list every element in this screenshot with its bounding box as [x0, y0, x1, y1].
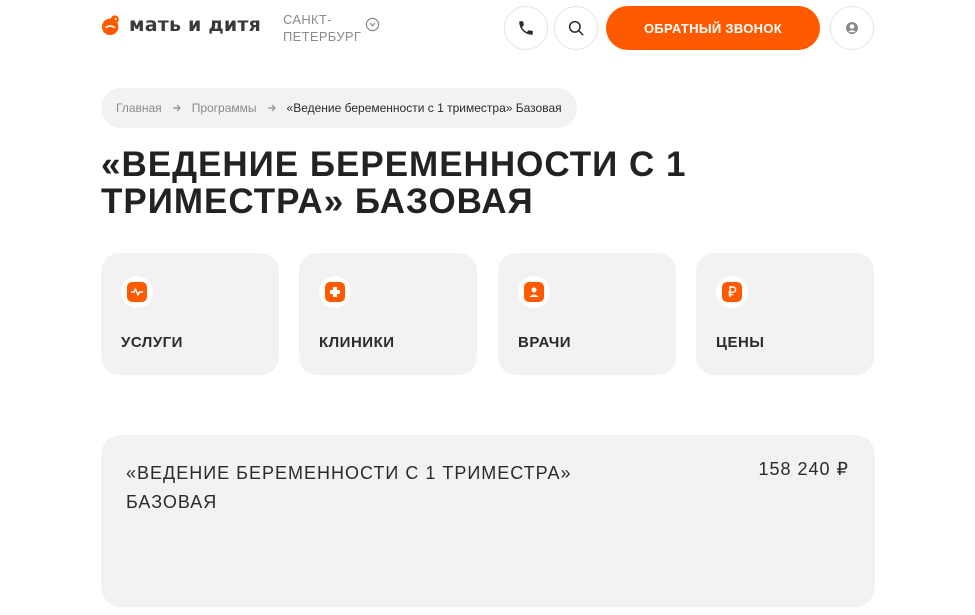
callback-button[interactable]: ОБРАТНЫЙ ЗВОНОК	[606, 6, 820, 50]
phone-icon	[519, 21, 533, 35]
site-header: мать и дитя САНКТ-ПЕТЕРБУРГ ОБРАТНЫЙ ЗВО…	[0, 0, 975, 58]
city-name: САНКТ-ПЕТЕРБУРГ	[283, 12, 362, 44]
doctor-icon	[529, 287, 539, 297]
page-title: «Ведение беременности с 1 триместра» Баз…	[101, 145, 687, 221]
card-label: ВРАЧИ	[518, 334, 572, 351]
pulse-icon	[131, 288, 143, 296]
card-label: ЦЕНЫ	[716, 334, 765, 351]
logo-bird-icon	[101, 15, 119, 36]
card-icon-wrap	[518, 276, 550, 308]
card-doctors[interactable]: ВРАЧИ	[498, 253, 676, 375]
card-icon-wrap	[319, 276, 351, 308]
medical-cross-icon	[330, 287, 340, 297]
breadcrumb-home[interactable]: Главная	[116, 101, 162, 115]
logo-text: мать и дитя	[129, 14, 261, 36]
search-button[interactable]	[554, 6, 598, 50]
arrow-right-icon	[267, 104, 276, 112]
logo[interactable]: мать и дитя	[101, 14, 261, 36]
card-icon-wrap	[716, 276, 748, 308]
phone-button[interactable]	[504, 6, 548, 50]
breadcrumb-current: «Ведение беременности с 1 триместра» Баз…	[286, 101, 562, 115]
card-label: УСЛУГИ	[121, 334, 183, 351]
ruble-icon	[728, 286, 737, 297]
card-label: КЛИНИКИ	[319, 334, 395, 351]
user-icon	[846, 22, 858, 34]
card-clinics[interactable]: КЛИНИКИ	[299, 253, 477, 375]
program-price: 158 240 ₽	[758, 459, 849, 479]
card-prices[interactable]: ЦЕНЫ	[696, 253, 874, 375]
program-card: «Ведение беременности с 1 триместра» Баз…	[101, 435, 875, 607]
arrow-right-icon	[172, 104, 181, 112]
card-services[interactable]: УСЛУГИ	[101, 253, 279, 375]
breadcrumb: Главная Программы «Ведение беременности …	[101, 88, 577, 128]
city-selector[interactable]: САНКТ-ПЕТЕРБУРГ	[283, 11, 380, 45]
card-icon-wrap	[121, 276, 153, 308]
account-button[interactable]	[830, 6, 874, 50]
program-title: «Ведение беременности с 1 триместра» Баз…	[126, 463, 572, 512]
search-icon	[568, 20, 584, 36]
breadcrumb-programs[interactable]: Программы	[192, 101, 257, 115]
chevron-circle-icon	[365, 17, 380, 32]
